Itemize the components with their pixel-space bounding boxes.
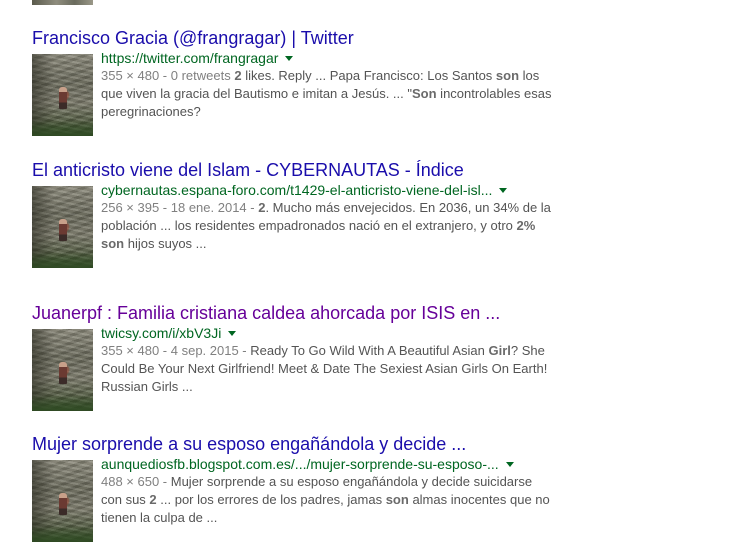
search-result: Juanerpf : Familia cristiana caldea ahor… bbox=[32, 302, 592, 414]
result-title-link[interactable]: Francisco Gracia (@frangragar) | Twitter bbox=[32, 27, 592, 49]
result-body: twicsy.com/i/xbV3Ji 355 × 480 - 4 sep. 2… bbox=[32, 324, 592, 414]
result-thumbnail[interactable] bbox=[32, 329, 93, 411]
url-options-caret-icon[interactable] bbox=[228, 331, 237, 336]
result-thumbnail[interactable] bbox=[32, 460, 93, 542]
url-options-caret-icon[interactable] bbox=[499, 188, 508, 193]
search-result: El anticristo viene del Islam - CYBERNAU… bbox=[32, 159, 592, 271]
snippet-text: Ready To Go Wild With A Beautiful Asian bbox=[250, 343, 489, 358]
result-body: https://twitter.com/frangragar 355 × 480… bbox=[32, 49, 592, 139]
snippet-highlight: Son bbox=[412, 86, 437, 101]
snippet-meta: 355 × 480 - 0 retweets bbox=[101, 68, 235, 83]
result-snippet: 355 × 480 - 4 sep. 2015 - Ready To Go Wi… bbox=[101, 342, 553, 396]
snippet-highlight: son bbox=[495, 68, 520, 83]
snippet-highlight: 2 bbox=[149, 492, 157, 507]
snippet-meta: 488 × 650 - bbox=[101, 474, 171, 489]
snippet-text: ... por los errores de los padres, jamas bbox=[156, 492, 386, 507]
result-url-line: aunquediosfb.blogspot.com.es/.../mujer-s… bbox=[101, 455, 514, 473]
url-options-caret-icon[interactable] bbox=[285, 56, 294, 61]
result-snippet: 488 × 650 - Mujer sorprende a su esposo … bbox=[101, 473, 553, 527]
snippet-text: hijos suyos ... bbox=[124, 236, 207, 251]
snippet-meta: 256 × 395 - 18 ene. 2014 - bbox=[101, 200, 259, 215]
result-title-link[interactable]: Juanerpf : Familia cristiana caldea ahor… bbox=[32, 302, 592, 324]
result-url[interactable]: https://twitter.com/frangragar bbox=[101, 50, 278, 66]
result-body: cybernautas.espana-foro.com/t1429-el-ant… bbox=[32, 181, 592, 271]
result-url-line: https://twitter.com/frangragar bbox=[101, 49, 294, 67]
result-thumbnail[interactable] bbox=[32, 54, 93, 136]
result-title-link[interactable]: Mujer sorprende a su esposo engañándola … bbox=[32, 433, 592, 455]
result-body: aunquediosfb.blogspot.com.es/.../mujer-s… bbox=[32, 455, 592, 545]
search-result: Francisco Gracia (@frangragar) | Twitter… bbox=[32, 27, 592, 139]
previous-result-thumbnail[interactable] bbox=[32, 0, 93, 5]
result-url[interactable]: twicsy.com/i/xbV3Ji bbox=[101, 325, 221, 341]
snippet-meta: 355 × 480 - 4 sep. 2015 - bbox=[101, 343, 251, 358]
result-title-link[interactable]: El anticristo viene del Islam - CYBERNAU… bbox=[32, 159, 592, 181]
result-url[interactable]: aunquediosfb.blogspot.com.es/.../mujer-s… bbox=[101, 456, 499, 472]
snippet-highlight: Girl bbox=[488, 343, 511, 358]
result-snippet: 256 × 395 - 18 ene. 2014 - 2. Mucho más … bbox=[101, 199, 553, 253]
snippet-highlight: son bbox=[101, 236, 125, 251]
result-url[interactable]: cybernautas.espana-foro.com/t1429-el-ant… bbox=[101, 182, 492, 198]
search-result: Mujer sorprende a su esposo engañándola … bbox=[32, 433, 592, 545]
result-url-line: cybernautas.espana-foro.com/t1429-el-ant… bbox=[101, 181, 508, 199]
result-url-line: twicsy.com/i/xbV3Ji bbox=[101, 324, 237, 342]
result-snippet: 355 × 480 - 0 retweets 2 likes. Reply ..… bbox=[101, 67, 553, 121]
snippet-highlight: 2 bbox=[234, 68, 242, 83]
snippet-highlight: son bbox=[385, 492, 409, 507]
snippet-text: likes. Reply ... Papa Francisco: Los San… bbox=[241, 68, 496, 83]
snippet-highlight: 2% bbox=[516, 218, 536, 233]
result-thumbnail[interactable] bbox=[32, 186, 93, 268]
url-options-caret-icon[interactable] bbox=[505, 462, 514, 467]
